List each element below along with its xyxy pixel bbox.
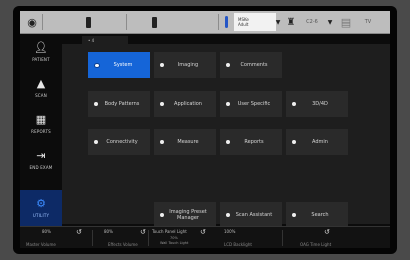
rotary-knob-icon: ↺ xyxy=(200,228,206,236)
touch-panel-light-control[interactable]: Touch Panel Light ↺ 70% Wall Touch Light xyxy=(150,227,220,248)
oag-time-light-control[interactable]: ↺ OAG Time Light xyxy=(284,227,390,248)
reports-icon: ▦ xyxy=(35,113,47,126)
patient-icon: 👤︎ xyxy=(34,41,48,54)
rotary-knob-icon: ↺ xyxy=(140,228,146,236)
preset-dropdown-icon[interactable]: ▼ xyxy=(274,11,282,33)
thermal-index-icon xyxy=(221,11,231,33)
probe-2-icon[interactable] xyxy=(146,11,162,33)
transducer-icon: ♜ xyxy=(286,16,296,28)
bottom-control-bar: 80% ↺ Master Volume 80% ↺ Effects Volume… xyxy=(20,226,390,248)
preset-selector[interactable]: MSKe Adult xyxy=(234,13,276,31)
3d-4d-button[interactable]: 3D/4D xyxy=(286,91,348,117)
sidebar-item-utility[interactable]: ⚙ UTILITY xyxy=(20,190,62,226)
top-status-bar: ◉ MSKe Adult ▼ ♜ C2-6 ▼ ▤ TV xyxy=(20,11,390,34)
imaging-preset-manager-button[interactable]: Imaging Preset Manager xyxy=(154,202,216,228)
system-icon[interactable]: ◉ xyxy=(24,11,40,33)
search-button[interactable]: Search xyxy=(286,202,348,228)
imaging-button[interactable]: Imaging xyxy=(154,52,216,78)
display-icon[interactable]: ▤ xyxy=(338,11,354,33)
probe-1-icon[interactable] xyxy=(80,11,96,33)
sidebar-item-patient[interactable]: 👤︎ PATIENT xyxy=(20,34,62,70)
end-exam-icon: ⇥ xyxy=(36,149,46,162)
lcd-backlight-control[interactable]: 100% LCD Backlight xyxy=(220,227,280,248)
system-button[interactable]: System xyxy=(88,52,150,78)
utility-panel: System Imaging Comments Body Patterns Ap… xyxy=(62,44,390,228)
tab-bar: • 4 xyxy=(62,34,390,46)
scan-assistant-button[interactable]: Scan Assistant xyxy=(220,202,282,228)
preset-category: Adult xyxy=(238,22,249,27)
sidebar: 👤︎ PATIENT ▲ SCAN ▦ REPORTS ⇥ END EXAM ⚙… xyxy=(20,34,62,226)
rotary-knob-icon: ↺ xyxy=(324,228,330,236)
master-volume-control[interactable]: 80% ↺ Master Volume xyxy=(20,227,90,248)
sidebar-item-label: REPORTS xyxy=(31,129,51,134)
sidebar-item-end-exam[interactable]: ⇥ END EXAM xyxy=(20,142,62,178)
comments-button[interactable]: Comments xyxy=(220,52,282,78)
sidebar-item-scan[interactable]: ▲ SCAN xyxy=(20,70,62,106)
connectivity-button[interactable]: Connectivity xyxy=(88,129,150,155)
utility-gear-icon: ⚙ xyxy=(36,197,46,210)
application-button[interactable]: Application xyxy=(154,91,216,117)
reports-button[interactable]: Reports xyxy=(220,129,282,155)
admin-button[interactable]: Admin xyxy=(286,129,348,155)
sidebar-item-label: SCAN xyxy=(35,93,47,98)
scan-icon: ▲ xyxy=(36,77,46,90)
rotary-knob-icon: ↺ xyxy=(76,228,82,236)
extra-label: TV xyxy=(364,19,372,25)
sidebar-item-label: PATIENT xyxy=(32,57,50,62)
body-patterns-button[interactable]: Body Patterns xyxy=(88,91,150,117)
probe-label[interactable]: C2-6 xyxy=(298,11,326,33)
ultrasound-screen: ◉ MSKe Adult ▼ ♜ C2-6 ▼ ▤ TV 👤︎ PATIENT … xyxy=(20,11,390,248)
probe-dropdown-icon[interactable]: ▼ xyxy=(326,11,334,33)
user-specific-button[interactable]: User Specific xyxy=(220,91,282,117)
sidebar-item-label: END EXAM xyxy=(29,165,53,170)
sidebar-item-label: UTILITY xyxy=(32,213,50,218)
measure-button[interactable]: Measure xyxy=(154,129,216,155)
sidebar-item-reports[interactable]: ▦ REPORTS xyxy=(20,106,62,142)
